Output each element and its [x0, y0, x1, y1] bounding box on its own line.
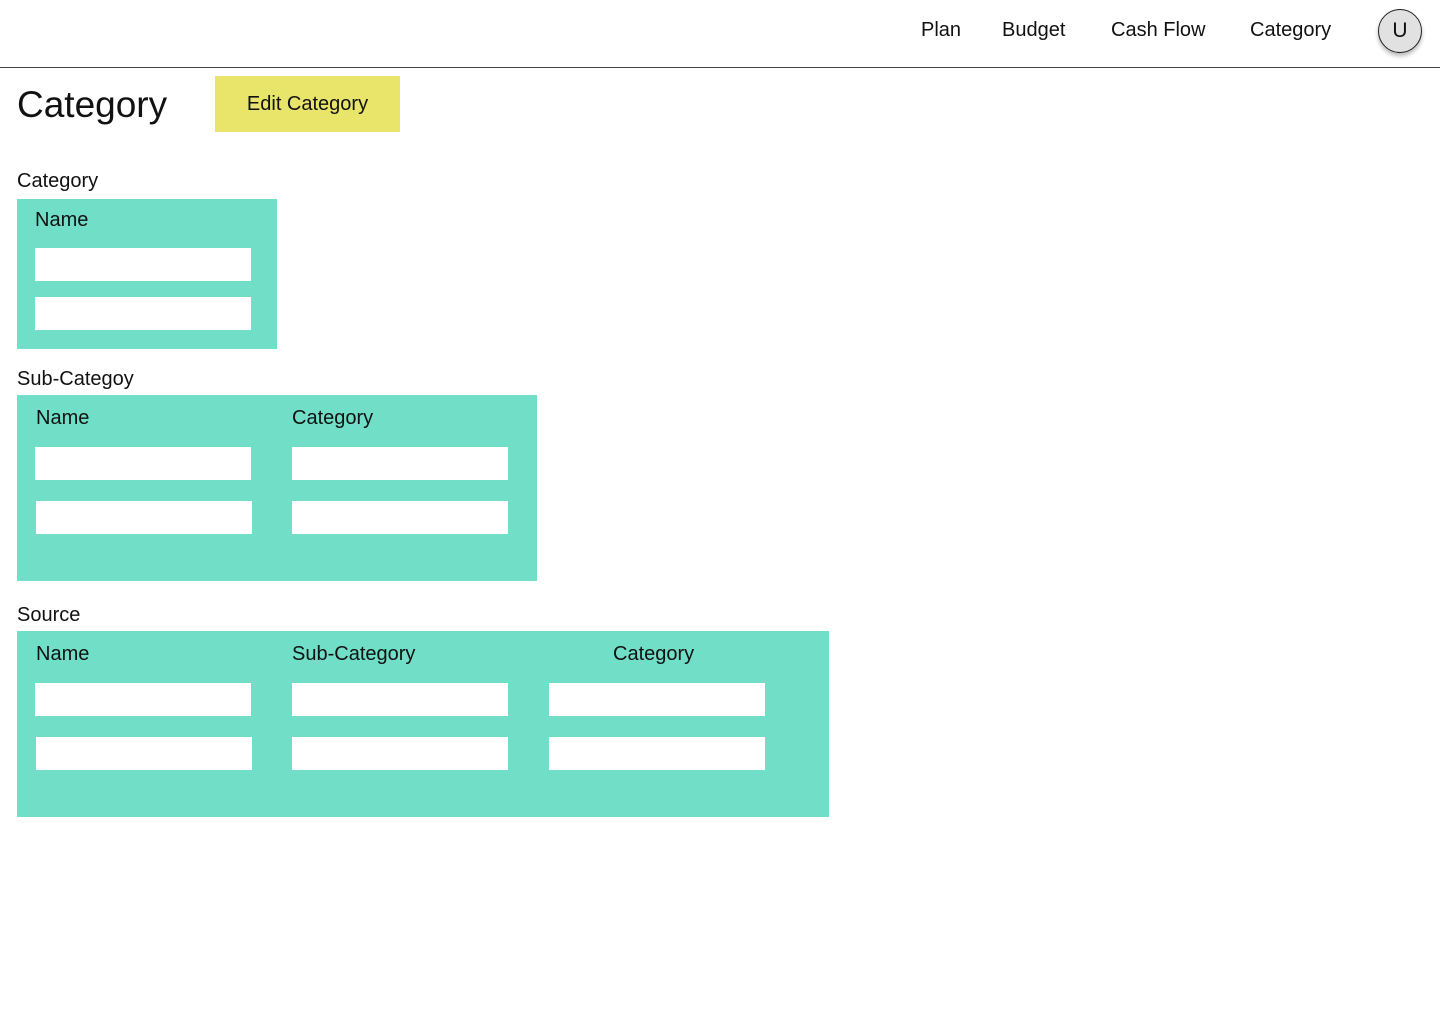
nav-item-category[interactable]: Category: [1250, 17, 1331, 43]
sub-category-category-header: Category: [292, 407, 374, 429]
nav-item-budget[interactable]: Budget: [1002, 17, 1065, 43]
source-category-field[interactable]: [549, 737, 765, 770]
nav-item-plan[interactable]: Plan: [921, 17, 961, 43]
source-name-header: Name: [36, 643, 90, 665]
nav-item-cash-flow[interactable]: Cash Flow: [1111, 17, 1205, 43]
sub-category-table-panel: Name Category: [17, 395, 537, 581]
source-sub-category-field[interactable]: [292, 737, 508, 770]
user-avatar[interactable]: U: [1378, 9, 1422, 53]
sub-category-name-field[interactable]: [35, 447, 251, 480]
source-category-header: Category: [613, 643, 695, 665]
sub-category-category-field[interactable]: [292, 501, 508, 534]
source-category-field[interactable]: [549, 683, 765, 716]
category-table-panel: Name: [17, 199, 277, 349]
category-name-field[interactable]: [35, 297, 251, 330]
source-name-field[interactable]: [35, 683, 251, 716]
source-section-label: Source: [17, 604, 81, 626]
edit-category-button[interactable]: Edit Category: [215, 76, 400, 132]
sub-category-name-header: Name: [36, 407, 90, 429]
category-name-header: Name: [35, 209, 89, 231]
source-name-field[interactable]: [36, 737, 252, 770]
source-table-panel: Name Sub-Category Category: [17, 631, 829, 817]
source-sub-category-header: Sub-Category: [292, 643, 416, 665]
top-nav-bar: Plan Budget Cash Flow Category U: [0, 0, 1440, 68]
sub-category-section-label: Sub-Categoy: [17, 368, 134, 390]
sub-category-name-field[interactable]: [36, 501, 252, 534]
page-title: Category: [17, 84, 168, 125]
category-name-field[interactable]: [35, 248, 251, 281]
source-sub-category-field[interactable]: [292, 683, 508, 716]
sub-category-category-field[interactable]: [292, 447, 508, 480]
category-section-label: Category: [17, 170, 99, 192]
